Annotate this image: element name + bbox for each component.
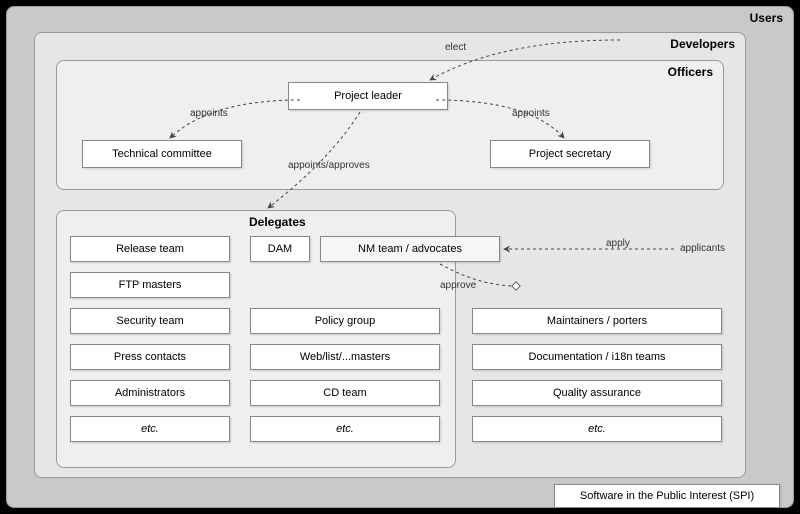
spi-label: Software in the Public Interest (SPI) — [580, 490, 754, 502]
press-contacts-label: Press contacts — [114, 351, 186, 363]
box-cd-team: CD team — [250, 380, 440, 406]
panel-officers: Officers — [56, 60, 724, 190]
box-documentation: Documentation / i18n teams — [472, 344, 722, 370]
box-technical-committee: Technical committee — [82, 140, 242, 168]
documentation-label: Documentation / i18n teams — [529, 351, 666, 363]
box-spi: Software in the Public Interest (SPI) — [554, 484, 780, 508]
quality-label: Quality assurance — [553, 387, 641, 399]
project-leader-label: Project leader — [334, 90, 402, 102]
box-delegates-etc2: etc. — [250, 416, 440, 442]
policy-group-label: Policy group — [315, 315, 376, 327]
box-web-list-masters: Web/list/...masters — [250, 344, 440, 370]
web-list-label: Web/list/...masters — [300, 351, 390, 363]
panel-developers-title: Developers — [670, 37, 735, 51]
cd-team-label: CD team — [323, 387, 366, 399]
box-dam: DAM — [250, 236, 310, 262]
others-etc3-label: etc. — [588, 423, 606, 435]
administrators-label: Administrators — [115, 387, 185, 399]
box-release-team: Release team — [70, 236, 230, 262]
box-administrators: Administrators — [70, 380, 230, 406]
box-others-etc3: etc. — [472, 416, 722, 442]
box-quality: Quality assurance — [472, 380, 722, 406]
edge-appoints-right: appoints — [512, 108, 550, 119]
maintainers-label: Maintainers / porters — [547, 315, 647, 327]
box-security-team: Security team — [70, 308, 230, 334]
project-secretary-label: Project secretary — [529, 148, 612, 160]
box-project-secretary: Project secretary — [490, 140, 650, 168]
release-team-label: Release team — [116, 243, 184, 255]
ftp-masters-label: FTP masters — [119, 279, 182, 291]
box-nm-team: NM team / advocates — [320, 236, 500, 262]
panel-delegates-title: Delegates — [249, 215, 306, 229]
security-team-label: Security team — [116, 315, 183, 327]
box-press-contacts: Press contacts — [70, 344, 230, 370]
box-ftp-masters: FTP masters — [70, 272, 230, 298]
edge-appoints-left: appoints — [190, 108, 228, 119]
dam-label: DAM — [268, 243, 292, 255]
box-maintainers: Maintainers / porters — [472, 308, 722, 334]
edge-apply: apply — [606, 238, 630, 249]
box-project-leader: Project leader — [288, 82, 448, 110]
delegates-etc1-label: etc. — [141, 423, 159, 435]
edge-appoints-approves: appoints/approves — [288, 160, 370, 171]
edge-approve: approve — [440, 280, 476, 291]
panel-users-title: Users — [750, 11, 783, 25]
box-delegates-etc1: etc. — [70, 416, 230, 442]
panel-officers-title: Officers — [668, 65, 713, 79]
edge-elect: elect — [445, 42, 466, 53]
delegates-etc2-label: etc. — [336, 423, 354, 435]
technical-committee-label: Technical committee — [112, 148, 212, 160]
box-policy-group: Policy group — [250, 308, 440, 334]
nm-team-label: NM team / advocates — [358, 243, 462, 255]
applicants-label: applicants — [680, 243, 725, 254]
